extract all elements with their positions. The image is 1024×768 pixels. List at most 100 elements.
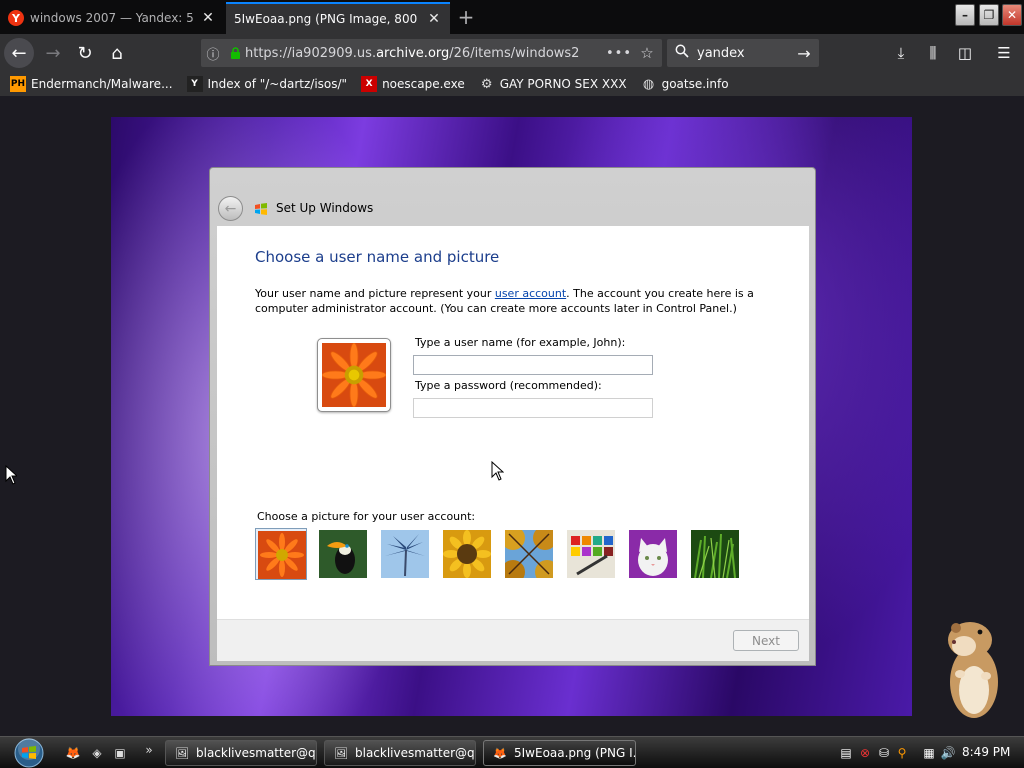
close-tab-icon[interactable]: ✕ <box>426 11 442 27</box>
library-icon[interactable]: ⫼ <box>919 38 947 68</box>
bookmark-star-icon[interactable]: ☆ <box>632 44 662 62</box>
tray-device-icon[interactable]: ▤ <box>838 745 854 761</box>
taskbar: 🦊 ◈ ▣ » 🖼 blacklivesmatter@q... 🖼 blackl… <box>0 736 1024 768</box>
back-arrow-icon[interactable]: ← <box>218 196 243 221</box>
sunflower-icon <box>443 530 491 578</box>
close-tab-icon[interactable]: ✕ <box>200 10 216 26</box>
toucan-icon <box>319 530 367 578</box>
quicklaunch-firefox-icon[interactable]: 🦊 <box>64 744 82 762</box>
username-field[interactable] <box>413 355 653 375</box>
firefox-icon: 🦊 <box>493 746 507 760</box>
pornhub-icon: PH <box>10 76 26 92</box>
plus-icon[interactable]: + <box>454 4 478 30</box>
picture-option-autumn-trees[interactable] <box>503 528 555 580</box>
tab-title: windows 2007 — Yandex: 5 mil <box>30 11 194 25</box>
windows-orb-icon <box>14 738 44 768</box>
bookmark-item[interactable]: Y Index of "/~dartz/isos/" <box>186 76 348 92</box>
picture-grid <box>255 528 755 580</box>
quicklaunch-desktop-icon[interactable]: ▣ <box>111 744 129 762</box>
yandex-icon: Y <box>8 10 24 26</box>
choose-picture-label: Choose a picture for your user account: <box>257 510 476 523</box>
setup-title: Set Up Windows <box>276 201 374 215</box>
picture-option-white-cat[interactable] <box>627 528 679 580</box>
reload-icon[interactable]: ↻ <box>70 38 100 68</box>
taskbar-button-firefox[interactable]: 🦊 5IwEoaa.png (PNG I... <box>483 740 636 766</box>
white-cat-icon <box>629 530 677 578</box>
taskbar-button-email-2[interactable]: 🖼 blacklivesmatter@q... <box>324 740 476 766</box>
picture-option-orange-flower[interactable] <box>255 528 307 580</box>
taskbar-button-label: blacklivesmatter@q... <box>196 746 317 760</box>
tab-title: 5IwEoaa.png (PNG Image, 800 <box>234 12 418 26</box>
back-arrow-icon[interactable]: ← <box>4 38 34 68</box>
page-heading: Choose a user name and picture <box>255 248 500 266</box>
username-label: Type a user name (for example, John): <box>415 336 626 349</box>
gear-icon: ⚙ <box>480 76 493 92</box>
search-text: yandex <box>697 45 745 61</box>
search-bar[interactable]: yandex → <box>667 39 819 67</box>
url-bar[interactable]: ⓘ https://ia902909.us.archive.org/26/ite… <box>201 39 662 67</box>
user-account-link[interactable]: user account <box>495 287 566 300</box>
bookmark-label: goatse.info <box>661 77 729 91</box>
bookmark-item[interactable]: ⚙ GAY PORNO SEX XXX <box>479 76 627 92</box>
url-text: https://ia902909.us.archive.org/26/items… <box>245 45 580 61</box>
mouse-cursor-icon <box>5 465 17 485</box>
info-icon[interactable]: ⓘ <box>201 44 225 63</box>
tray-security-alert-icon[interactable]: ⊗ <box>857 745 873 761</box>
tab-strip: Y windows 2007 — Yandex: 5 mil ✕ 5IwEoaa… <box>0 0 1024 34</box>
bookmark-label: Index of "/~dartz/isos/" <box>207 77 348 91</box>
quicklaunch-shield-icon[interactable]: ◈ <box>88 744 106 762</box>
orange-flower-icon <box>321 342 387 408</box>
intro-text: Your user name and picture represent you… <box>255 287 754 315</box>
taskbar-button-email-1[interactable]: 🖼 blacklivesmatter@q... <box>165 740 317 766</box>
forward-arrow-icon[interactable]: → <box>38 38 68 68</box>
password-field[interactable] <box>413 398 653 418</box>
tab-png-image[interactable]: 5IwEoaa.png (PNG Image, 800 ✕ <box>226 2 450 34</box>
window-icon: 🖼 <box>334 746 348 760</box>
next-button[interactable]: Next <box>733 630 799 651</box>
picture-option-palm-tree[interactable] <box>379 528 431 580</box>
hamster-icon <box>948 622 998 718</box>
start-button[interactable] <box>10 738 48 768</box>
grass-icon <box>691 530 739 578</box>
tab-yandex[interactable]: Y windows 2007 — Yandex: 5 mil ✕ <box>0 2 224 34</box>
bookmarks-toolbar: PH Endermanch/Malware... Y Index of "/~d… <box>0 72 1024 96</box>
clock[interactable]: 8:49 PM <box>962 745 1010 759</box>
page-actions-icon[interactable]: ••• <box>606 46 632 61</box>
window-icon: 🖼 <box>175 746 189 760</box>
menu-icon[interactable]: ☰ <box>990 38 1018 68</box>
restore-button[interactable]: ❐ <box>979 4 999 26</box>
bookmark-item[interactable]: ◍ goatse.info <box>641 76 729 92</box>
taskbar-button-label: 5IwEoaa.png (PNG I... <box>514 746 636 760</box>
lock-icon <box>225 46 245 60</box>
windows-flag-icon <box>255 203 267 215</box>
tray-network-icon[interactable]: ⛁ <box>876 745 892 761</box>
picture-option-toucan[interactable] <box>317 528 369 580</box>
taskbar-button-label: blacklivesmatter@q... <box>355 746 476 760</box>
search-icon <box>667 44 697 62</box>
download-icon[interactable]: ⤓ <box>887 38 915 68</box>
selected-user-picture <box>317 338 391 412</box>
close-window-button[interactable]: ✕ <box>1002 4 1022 26</box>
bookmark-item[interactable]: PH Endermanch/Malware... <box>10 76 173 92</box>
picture-option-grass[interactable] <box>689 528 741 580</box>
setup-titlebar: ← Set Up Windows <box>210 168 815 226</box>
picture-option-paints[interactable] <box>565 528 617 580</box>
autumn-trees-icon <box>505 530 553 578</box>
bookmark-item[interactable]: X noescape.exe <box>361 76 465 92</box>
orange-flower-icon <box>258 531 306 579</box>
sidebar-icon[interactable]: ◫ <box>951 38 979 68</box>
y-icon: Y <box>186 76 203 92</box>
bookmark-label: GAY PORNO SEX XXX <box>499 77 627 91</box>
vm-screenshot: ← Set Up Windows Choose a user name and … <box>111 117 912 716</box>
picture-option-sunflower[interactable] <box>441 528 493 580</box>
home-icon[interactable]: ⌂ <box>102 38 132 68</box>
tray-volume-icon[interactable]: 🔊 <box>940 745 956 761</box>
tray-display-icon[interactable]: ▦ <box>921 745 937 761</box>
navigation-bar: ← → ↻ ⌂ ⓘ https://ia902909.us.archive.or… <box>0 34 1024 72</box>
setup-body: Choose a user name and picture Your user… <box>217 226 809 619</box>
paints-icon <box>567 530 615 578</box>
search-go-arrow-icon[interactable]: → <box>789 44 819 63</box>
minimize-button[interactable]: – <box>955 4 975 26</box>
quicklaunch-overflow-icon[interactable]: » <box>140 741 158 759</box>
tray-search-icon[interactable]: ⚲ <box>894 745 910 761</box>
